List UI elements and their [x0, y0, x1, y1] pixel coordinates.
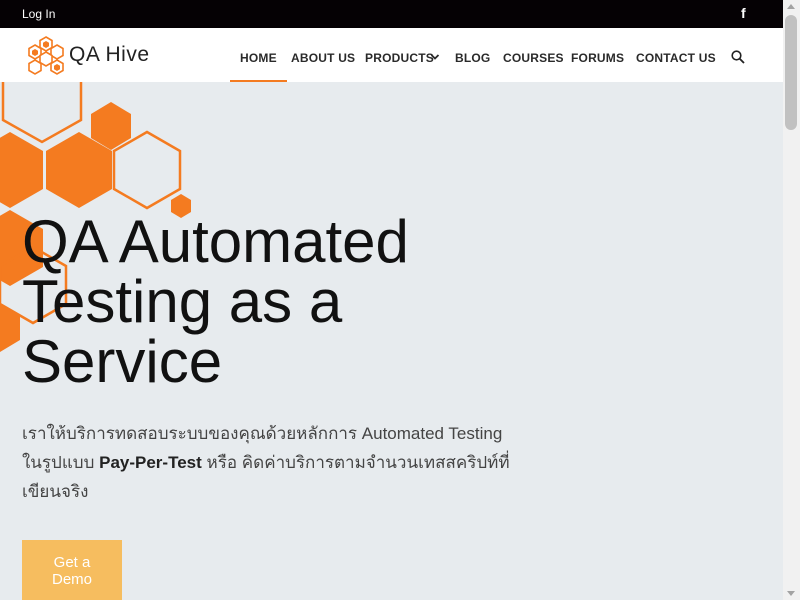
scroll-down-arrow-icon[interactable]: [787, 591, 795, 596]
nav-about-us[interactable]: ABOUT US: [291, 51, 355, 65]
hero-title-line-2: Testing as a: [22, 268, 343, 335]
hero-description-bold: Pay-Per-Test: [99, 453, 202, 472]
nav-contact-us[interactable]: CONTACT US: [636, 51, 716, 65]
hero-section: QA Automated Testing as a Service เราให้…: [0, 82, 783, 600]
get-demo-button[interactable]: Get a Demo: [22, 540, 122, 600]
main-navbar: QA Hive HOME ABOUT US PRODUCTS BLOG COUR…: [0, 28, 783, 82]
search-icon[interactable]: [731, 50, 745, 64]
hero-title-line-3: Service: [22, 328, 223, 395]
hero-title: QA Automated Testing as a Service: [22, 212, 492, 392]
login-link[interactable]: Log In: [22, 7, 55, 21]
brand-name[interactable]: QA Hive: [69, 43, 150, 67]
hero-description: เราให้บริการทดสอบระบบของคุณด้วยหลักการ A…: [22, 419, 522, 506]
honeycomb-logo-icon[interactable]: [26, 35, 66, 75]
chevron-down-icon[interactable]: [430, 52, 440, 62]
facebook-icon[interactable]: f: [741, 5, 746, 21]
page-scrollbar[interactable]: [783, 0, 800, 600]
hero-title-line-1: QA Automated: [22, 208, 409, 275]
nav-forums[interactable]: FORUMS: [571, 51, 624, 65]
scroll-thumb[interactable]: [785, 15, 797, 130]
scroll-up-arrow-icon[interactable]: [787, 4, 795, 9]
nav-home[interactable]: HOME: [230, 51, 287, 82]
top-bar: Log In f: [0, 0, 783, 28]
nav-blog[interactable]: BLOG: [455, 51, 490, 65]
nav-courses[interactable]: COURSES: [503, 51, 564, 65]
nav-products[interactable]: PRODUCTS: [365, 51, 434, 65]
